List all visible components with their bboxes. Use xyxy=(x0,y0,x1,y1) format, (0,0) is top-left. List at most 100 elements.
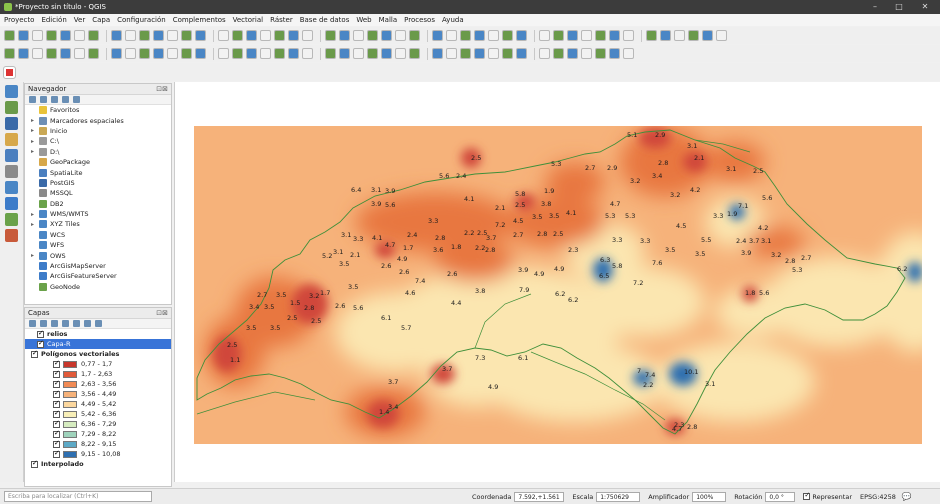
locator-input[interactable]: Escriba para localizar (Ctrl+K) xyxy=(4,491,152,502)
legend-class-row[interactable]: 4,49 - 5,42 xyxy=(25,399,171,409)
panel-close-icon[interactable]: ⊡⊠ xyxy=(156,85,168,93)
map-svg[interactable]: 5.1 2.92.53.12.12.85.35.6 2.42.7 2.93.43.1 2… xyxy=(175,82,940,482)
project-tool-icon[interactable] xyxy=(232,30,243,41)
legend-class-checkbox[interactable] xyxy=(53,379,60,388)
digitize-tool-icon[interactable] xyxy=(395,48,406,59)
browser-item[interactable]: ▸ Inicio xyxy=(25,126,171,136)
project-tool-icon[interactable] xyxy=(595,30,606,41)
filter-legend-icon[interactable] xyxy=(62,320,69,327)
digitize-tool-icon[interactable] xyxy=(18,48,29,59)
digitize-tool-icon[interactable] xyxy=(232,48,243,59)
digitize-tool-icon[interactable] xyxy=(609,48,620,59)
expand-arrow-icon[interactable]: ▸ xyxy=(31,221,39,228)
add-layer-icon[interactable] xyxy=(5,181,18,194)
project-tool-icon[interactable] xyxy=(539,30,550,41)
digitize-tool-icon[interactable] xyxy=(595,48,606,59)
project-tool-icon[interactable] xyxy=(446,30,457,41)
browser-item[interactable]: GeoPackage xyxy=(25,157,171,167)
messages-icon[interactable]: 💬 xyxy=(902,492,912,501)
digitize-tool-icon[interactable] xyxy=(46,48,57,59)
filter-icon[interactable] xyxy=(51,96,58,103)
project-tool-icon[interactable] xyxy=(674,30,685,41)
map-canvas[interactable]: 5.1 2.9 2.5 3.1 2.1 2.8 5.3 5.6 2.4 2.7 2.9 3.4 3.1 2… xyxy=(174,82,940,482)
add-layer-icon[interactable] xyxy=(5,165,18,178)
legend-class-checkbox[interactable] xyxy=(53,429,60,438)
legend-class-row[interactable]: 1,7 - 2,63 xyxy=(25,369,171,379)
digitize-tool-icon[interactable] xyxy=(32,48,43,59)
browser-item[interactable]: SpatiaLite xyxy=(25,167,171,177)
legend-class-row[interactable]: 8,22 - 9,15 xyxy=(25,439,171,449)
expand-arrow-icon[interactable]: ▸ xyxy=(31,148,39,155)
digitize-tool-icon[interactable] xyxy=(567,48,578,59)
menu-item-4[interactable]: Configuración xyxy=(117,16,166,24)
project-tool-icon[interactable] xyxy=(716,30,727,41)
add-selected-icon[interactable] xyxy=(29,96,36,103)
expand-arrow-icon[interactable]: ▸ xyxy=(31,127,39,134)
digitize-tool-icon[interactable] xyxy=(4,48,15,59)
add-layer-icon[interactable] xyxy=(5,197,18,210)
add-layer-icon[interactable] xyxy=(5,229,18,242)
legend-class-checkbox[interactable] xyxy=(53,389,60,398)
browser-item[interactable]: ▸ C:\ xyxy=(25,136,171,146)
legend-class-row[interactable]: 7,29 - 8,22 xyxy=(25,429,171,439)
digitize-tool-icon[interactable] xyxy=(260,48,271,59)
legend-class-checkbox[interactable] xyxy=(53,409,60,418)
digitize-tool-icon[interactable] xyxy=(218,48,229,59)
menu-item-7[interactable]: Ráster xyxy=(270,16,293,24)
project-tool-icon[interactable] xyxy=(432,30,443,41)
digitize-tool-icon[interactable] xyxy=(302,48,313,59)
refresh-icon[interactable] xyxy=(40,96,47,103)
project-tool-icon[interactable] xyxy=(167,30,178,41)
add-layer-icon[interactable] xyxy=(5,149,18,162)
project-tool-icon[interactable] xyxy=(111,30,122,41)
legend-class-checkbox[interactable] xyxy=(53,399,60,408)
digitize-tool-icon[interactable] xyxy=(60,48,71,59)
scale-field[interactable]: 1:750629 xyxy=(596,491,641,502)
project-tool-icon[interactable] xyxy=(409,30,420,41)
menu-item-6[interactable]: Vectorial xyxy=(233,16,264,24)
project-tool-icon[interactable] xyxy=(46,30,57,41)
digitize-tool-icon[interactable] xyxy=(539,48,550,59)
project-tool-icon[interactable] xyxy=(460,30,471,41)
close-icon[interactable]: ✕ xyxy=(914,0,936,14)
expand-arrow-icon[interactable]: ▸ xyxy=(31,138,39,145)
digitize-tool-icon[interactable] xyxy=(623,48,634,59)
project-tool-icon[interactable] xyxy=(181,30,192,41)
project-tool-icon[interactable] xyxy=(195,30,206,41)
digitize-tool-icon[interactable] xyxy=(125,48,136,59)
expand-arrow-icon[interactable]: ▸ xyxy=(31,252,39,259)
project-tool-icon[interactable] xyxy=(516,30,527,41)
legend-class-row[interactable]: 5,42 - 6,36 xyxy=(25,409,171,419)
layer-visibility-checkbox[interactable] xyxy=(37,329,44,338)
expand-arrow-icon[interactable]: ▸ xyxy=(31,117,39,124)
minimize-icon[interactable]: – xyxy=(864,0,886,14)
project-tool-icon[interactable] xyxy=(260,30,271,41)
digitize-tool-icon[interactable] xyxy=(339,48,350,59)
digitize-tool-icon[interactable] xyxy=(432,48,443,59)
project-tool-icon[interactable] xyxy=(60,30,71,41)
digitize-tool-icon[interactable] xyxy=(167,48,178,59)
menu-item-12[interactable]: Ayuda xyxy=(442,16,464,24)
add-layer-icon[interactable] xyxy=(5,213,18,226)
digitize-tool-icon[interactable] xyxy=(353,48,364,59)
project-tool-icon[interactable] xyxy=(581,30,592,41)
digitize-tool-icon[interactable] xyxy=(111,48,122,59)
project-tool-icon[interactable] xyxy=(502,30,513,41)
browser-item[interactable]: PostGIS xyxy=(25,178,171,188)
browser-item[interactable]: ▸ Marcadores espaciales xyxy=(25,115,171,125)
legend-class-checkbox[interactable] xyxy=(53,359,60,368)
browser-item[interactable]: Favoritos xyxy=(25,105,171,115)
project-tool-icon[interactable] xyxy=(139,30,150,41)
project-tool-icon[interactable] xyxy=(218,30,229,41)
browser-item[interactable]: WCS xyxy=(25,230,171,240)
digitize-tool-icon[interactable] xyxy=(474,48,485,59)
digitize-tool-icon[interactable] xyxy=(409,48,420,59)
project-tool-icon[interactable] xyxy=(474,30,485,41)
expand-arrow-icon[interactable]: ▸ xyxy=(31,211,39,218)
legend-class-row[interactable]: 9,15 - 10,08 xyxy=(25,449,171,459)
project-tool-icon[interactable] xyxy=(381,30,392,41)
menu-item-9[interactable]: Web xyxy=(356,16,371,24)
expand-all-icon[interactable] xyxy=(73,320,80,327)
project-tool-icon[interactable] xyxy=(609,30,620,41)
project-tool-icon[interactable] xyxy=(353,30,364,41)
